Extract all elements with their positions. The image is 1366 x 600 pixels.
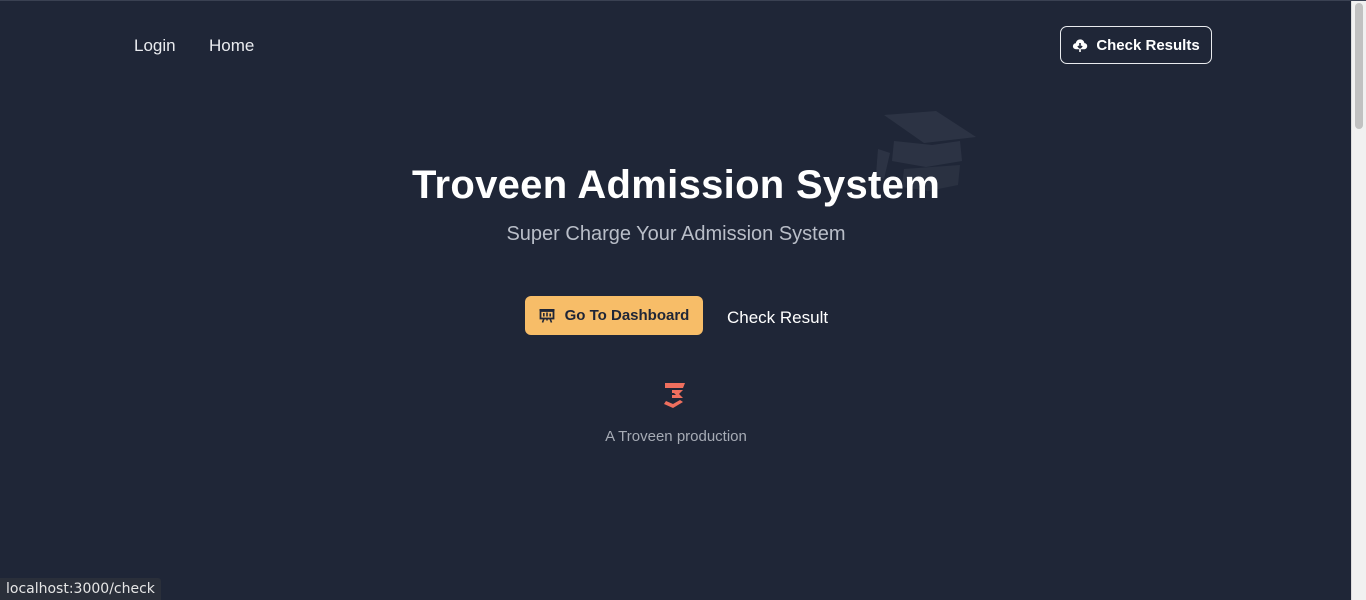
go-to-dashboard-button[interactable]: Go To Dashboard [525, 296, 703, 335]
troveen-logo-icon [663, 381, 687, 414]
cloud-download-icon [1072, 37, 1088, 53]
check-result-link[interactable]: Check Result [727, 308, 828, 328]
check-results-label: Check Results [1096, 36, 1200, 54]
go-to-dashboard-label: Go To Dashboard [564, 307, 690, 324]
presentation-board-icon [539, 308, 555, 323]
landing-page: Login Home Check Results Troveen Admissi… [0, 0, 1366, 600]
status-bar-url: localhost:3000/check [0, 578, 161, 600]
vertical-scrollbar[interactable] [1351, 1, 1366, 600]
nav-home-link[interactable]: Home [209, 36, 254, 56]
scrollbar-thumb[interactable] [1355, 3, 1363, 129]
production-credit: A Troveen production [605, 428, 747, 445]
hero-subtitle: Super Charge Your Admission System [506, 223, 846, 245]
hero-title: Troveen Admission System [411, 163, 941, 207]
check-results-button[interactable]: Check Results [1060, 26, 1212, 64]
nav-login-link[interactable]: Login [134, 36, 176, 56]
